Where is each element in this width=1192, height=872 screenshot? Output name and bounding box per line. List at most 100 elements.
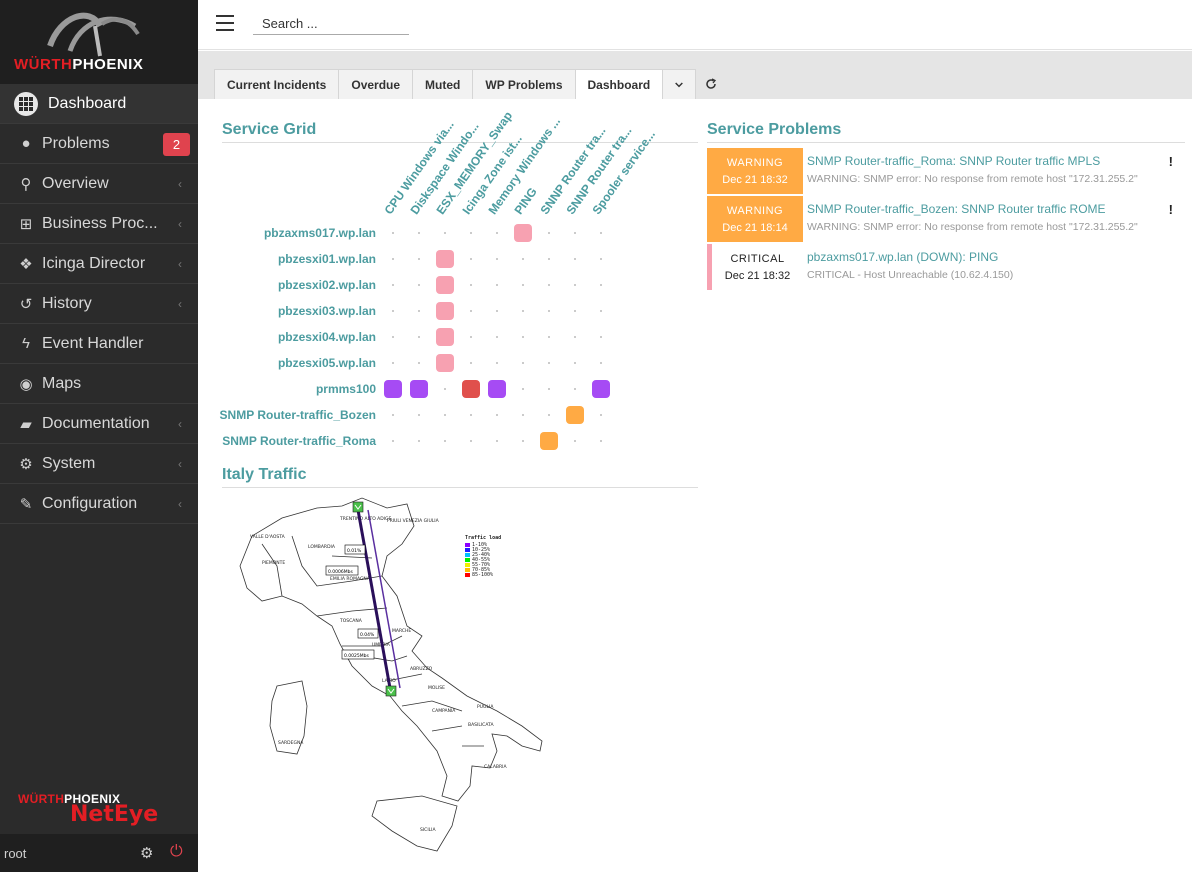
- problem-output: CRITICAL - Host Unreachable (10.62.4.150…: [807, 269, 1014, 281]
- grid-status-cell[interactable]: [436, 328, 454, 346]
- grid-status-cell[interactable]: [540, 432, 558, 450]
- service-problem-row[interactable]: CRITICAL Dec 21 18:32 pbzaxms017.wp.lan (D…: [707, 244, 1185, 290]
- grid-empty-dot: [522, 336, 524, 338]
- grid-empty-dot: [574, 310, 576, 312]
- grid-row-host[interactable]: pbzesxi05.wp.lan: [206, 356, 376, 370]
- problem-title-link[interactable]: SNMP Router-traffic_Roma: SNNP Router tr…: [807, 154, 1100, 168]
- grid-row-host[interactable]: pbzesxi04.wp.lan: [206, 330, 376, 344]
- grid-row-host[interactable]: pbzesxi03.wp.lan: [206, 304, 376, 318]
- tab-muted[interactable]: Muted: [412, 69, 474, 99]
- service-problem-row[interactable]: WARNING Dec 21 18:14 SNMP Router-traffic_B…: [707, 196, 1185, 242]
- region-label-trentino: TRENTINO ALTO ADIGE: [339, 516, 392, 522]
- sidebar-item-documentation[interactable]: ▰ Documentation ‹: [0, 404, 198, 444]
- grid-status-cell[interactable]: [566, 406, 584, 424]
- user-bar: root ⚙ ⏻: [0, 834, 198, 872]
- grid-empty-dot: [444, 440, 446, 442]
- grid-row-host[interactable]: SNMP Router-traffic_Roma: [206, 434, 376, 448]
- grid-empty-dot: [470, 310, 472, 312]
- grid-status-cell[interactable]: [592, 380, 610, 398]
- grid-status-cell[interactable]: [436, 276, 454, 294]
- sidebar-item-system[interactable]: ⚙ System ‹: [0, 444, 198, 484]
- sidebar-item-dashboard[interactable]: Dashboard: [0, 84, 198, 124]
- grid-status-cell[interactable]: [436, 302, 454, 320]
- neteye-logo: WÜRTHPHOENIX NetEye: [18, 792, 159, 827]
- sidebar-item-label: Business Proc...: [42, 214, 158, 232]
- grid-empty-dot: [392, 284, 394, 286]
- map-node-roma[interactable]: [385, 685, 397, 697]
- grid-status-cell[interactable]: [514, 224, 532, 242]
- divider: [707, 142, 1185, 143]
- sidebar-item-label: Documentation: [42, 414, 150, 432]
- grid-row-host[interactable]: pbzaxms017.wp.lan: [206, 226, 376, 240]
- service-problems-title[interactable]: Service Problems: [707, 121, 841, 139]
- problem-title-link[interactable]: SNMP Router-traffic_Bozen: SNNP Router t…: [807, 202, 1106, 216]
- sidebar-item-label: System: [42, 454, 96, 472]
- grid-status-cell[interactable]: [436, 354, 454, 372]
- state-label: WARNING: [726, 205, 784, 217]
- region-label-basilicata: BASILICATA: [468, 722, 494, 728]
- grid-empty-dot: [470, 284, 472, 286]
- grid-empty-dot: [418, 414, 420, 416]
- service-grid-title[interactable]: Service Grid: [222, 121, 316, 139]
- grid-empty-dot: [574, 336, 576, 338]
- grid-status-cell[interactable]: [488, 380, 506, 398]
- grid-empty-dot: [496, 414, 498, 416]
- tab-wp-problems[interactable]: WP Problems: [472, 69, 576, 99]
- sidebar-item-business-process[interactable]: ⊞ Business Proc... ‹: [0, 204, 198, 244]
- grid-empty-dot: [522, 414, 524, 416]
- sidebar-item-overview[interactable]: ⚲ Overview ‹: [0, 164, 198, 204]
- search-input[interactable]: [253, 13, 409, 35]
- sidebar-item-icinga-director[interactable]: ❖ Icinga Director ‹: [0, 244, 198, 284]
- hamburger-menu-icon[interactable]: [216, 15, 234, 31]
- brand-name: WÜRTHPHOENIX: [14, 56, 144, 73]
- settings-gear-icon[interactable]: ⚙: [140, 844, 153, 862]
- region-label-sicilia: SICILIA: [420, 827, 436, 833]
- sidebar-item-maps[interactable]: ◉ Maps: [0, 364, 198, 404]
- sidebar-item-configuration[interactable]: ✎ Configuration ‹: [0, 484, 198, 524]
- grid-empty-dot: [548, 362, 550, 364]
- dashboard-icon: [14, 91, 38, 116]
- grid-row-host[interactable]: prmms100: [206, 382, 376, 396]
- tab-current-incidents[interactable]: Current Incidents: [214, 69, 340, 99]
- grid-status-cell[interactable]: [436, 250, 454, 268]
- italy-traffic-title[interactable]: Italy Traffic: [222, 466, 306, 484]
- wurth-phoenix-logo[interactable]: WÜRTHPHOENIX: [0, 0, 198, 84]
- grid-empty-dot: [496, 258, 498, 260]
- grid-empty-dot: [470, 232, 472, 234]
- unhandled-flag-icon: !: [1168, 202, 1173, 217]
- sidebar-item-label: History: [42, 294, 92, 312]
- tab-more-dropdown[interactable]: [662, 69, 697, 99]
- sidebar-item-history[interactable]: ↺ History ‹: [0, 284, 198, 324]
- grid-status-cell[interactable]: [384, 380, 402, 398]
- grid-status-cell[interactable]: [410, 380, 428, 398]
- grid-row-host[interactable]: pbzesxi01.wp.lan: [206, 252, 376, 266]
- username[interactable]: root: [4, 846, 26, 861]
- history-icon: ↺: [19, 295, 33, 313]
- tab-dashboard[interactable]: Dashboard: [574, 69, 664, 99]
- sidebar-item-event-handler[interactable]: ϟ Event Handler: [0, 324, 198, 364]
- service-problem-row[interactable]: WARNING Dec 21 18:32 SNMP Router-traffic_R…: [707, 148, 1185, 194]
- wrench-icon: ✎: [19, 495, 33, 513]
- problem-title-link[interactable]: pbzaxms017.wp.lan (DOWN): PING: [807, 250, 998, 264]
- italy-traffic-map[interactable]: TRENTINO ALTO ADIGE FRIULI VENEZIA GIULI…: [222, 496, 552, 871]
- sidebar: WÜRTHPHOENIX Dashboard ● Problems 2 ⚲ Ov…: [0, 0, 198, 872]
- logout-power-icon[interactable]: ⏻: [170, 843, 183, 861]
- tab-overdue[interactable]: Overdue: [338, 69, 414, 99]
- grid-empty-dot: [574, 388, 576, 390]
- grid-empty-dot: [574, 284, 576, 286]
- italy-map-outline: TRENTINO ALTO ADIGE FRIULI VENEZIA GIULI…: [239, 497, 543, 852]
- grid-empty-dot: [418, 284, 420, 286]
- grid-empty-dot: [548, 258, 550, 260]
- grid-status-cell[interactable]: [462, 380, 480, 398]
- grid-empty-dot: [392, 414, 394, 416]
- sidebar-item-problems[interactable]: ● Problems 2: [0, 124, 198, 164]
- map-node-bozen[interactable]: [352, 501, 364, 513]
- grid-empty-dot: [496, 362, 498, 364]
- refresh-button[interactable]: [695, 69, 727, 99]
- problems-count-badge: 2: [163, 133, 190, 156]
- grid-empty-dot: [600, 336, 602, 338]
- grid-row-host[interactable]: pbzesxi02.wp.lan: [206, 278, 376, 292]
- grid-row-host[interactable]: SNMP Router-traffic_Bozen: [206, 408, 376, 422]
- grid-empty-dot: [522, 388, 524, 390]
- link-label-rate-2: 0.0025Mbs: [344, 653, 369, 659]
